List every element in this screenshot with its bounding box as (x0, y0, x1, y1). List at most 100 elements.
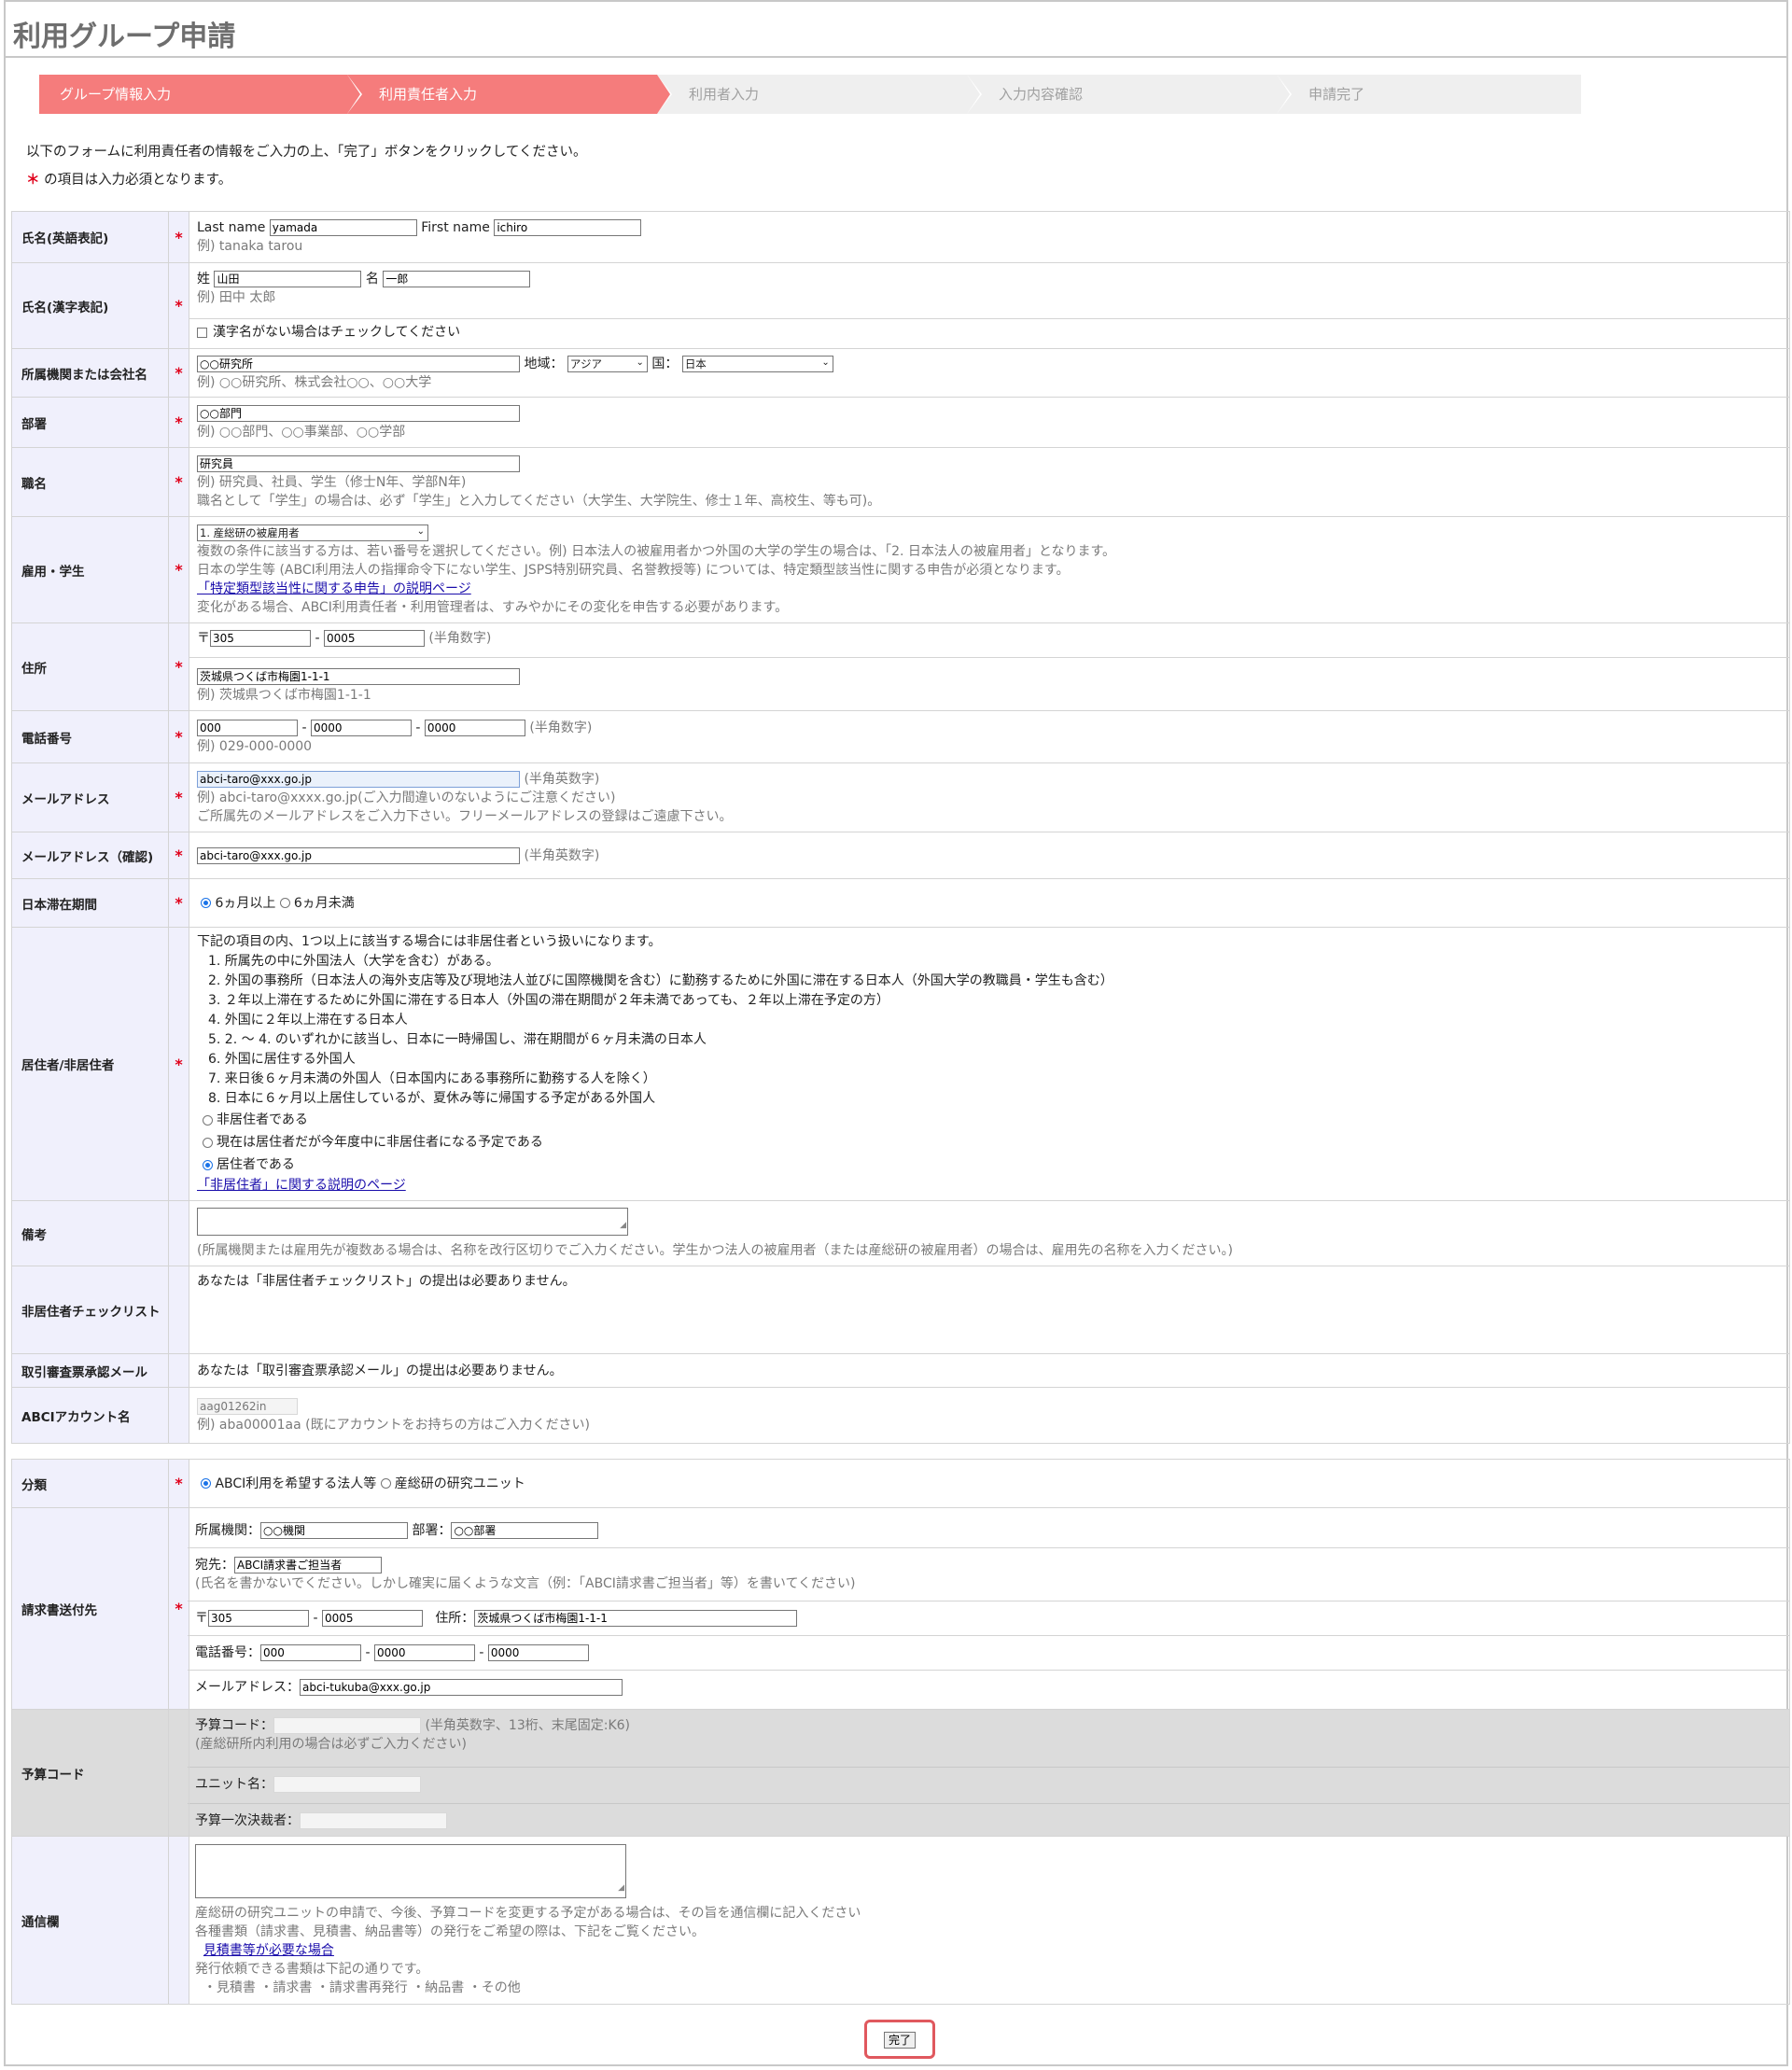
nonresident-info-link[interactable]: 「非居住者」に関する説明のページ (197, 1178, 406, 1193)
country-value: 日本 (684, 357, 707, 371)
first-name-input[interactable]: ichiro (494, 219, 642, 236)
required-mark: * (168, 927, 189, 1201)
invoice-phone2-input[interactable]: 0000 (373, 1643, 475, 1661)
stay-under-6m-radio[interactable] (279, 898, 290, 908)
chevron-down-icon: ⌄ (636, 357, 644, 368)
region-label: 地域： (524, 356, 564, 371)
trade-mail-text: あなたは「取引審査票承認メール」の提出は必要ありません。 (197, 1363, 563, 1378)
required-mark: * (168, 1459, 189, 1508)
no-kanji-checkbox[interactable] (197, 327, 207, 338)
category-aist-unit-radio[interactable] (380, 1478, 391, 1489)
future-nonresident-radio[interactable] (203, 1137, 213, 1148)
note-text: 産総研の研究ユニットの申請で、今後、予算コードを変更する予定がある場合は、その旨… (195, 1905, 861, 1921)
field-label: 雇用・学生 (11, 516, 169, 623)
example-text: 例) 茨城県つくば市梅園1-1-1 (197, 688, 371, 703)
required-mark (168, 1836, 189, 2005)
invoice-zip1-input[interactable]: 305 (208, 1609, 309, 1627)
last-name-input[interactable]: yamada (269, 219, 417, 236)
addr-label: 住所： (435, 1610, 475, 1626)
specific-category-link[interactable]: 「特定類型該当性に関する申告」の説明ページ (197, 581, 471, 596)
note-text: ・見積書 ・請求書 ・請求書再発行 ・納品書 ・その他 (203, 1979, 521, 1995)
employment-select[interactable]: 1. 産総研の被雇用者 ⌄ (197, 524, 428, 541)
row-category: 分類 * ABCI利用を希望する法人等 産総研の研究ユニット (11, 1459, 1790, 1508)
approver-input[interactable] (300, 1811, 447, 1829)
field-label: 分類 (11, 1459, 169, 1508)
resize-grip-icon[interactable]: ◢ (620, 1216, 626, 1235)
mei-input[interactable]: 一郎 (383, 271, 531, 287)
step-confirm: 入力内容確認 (967, 75, 1292, 114)
hint-text: (半角数字) (428, 631, 492, 646)
row-phone: 電話番号 * 000 - 0000 - 0000 (半角数字) 例) 029-0… (11, 710, 1790, 763)
required-mark: * (168, 1507, 189, 1710)
invoice-phone3-input[interactable]: 0000 (487, 1643, 589, 1661)
approver-label: 予算一次決裁者： (195, 1812, 300, 1828)
unit-name-input[interactable] (273, 1775, 421, 1793)
employment-value: 1. 産総研の被雇用者 (200, 525, 300, 539)
step-label: 入力内容確認 (999, 86, 1084, 103)
residency-intro: 下記の項目の内、1つ以上に該当する場合には非居住者という扱いになります。 (197, 934, 662, 949)
stay-over-6m-radio[interactable] (201, 898, 212, 908)
region-select[interactable]: アジア ⌄ (567, 355, 648, 372)
field-label: 電話番号 (11, 710, 169, 763)
field-label: 通信欄 (11, 1836, 169, 2005)
category-corporation-radio[interactable] (201, 1478, 212, 1489)
required-mark: * (168, 832, 189, 879)
hint-text: (半角英数字) (524, 771, 600, 787)
invoice-dept-input[interactable]: ○○部署 (451, 1521, 599, 1539)
email-confirm-input[interactable]: abci-taro@xxx.go.jp (197, 846, 520, 864)
zip1-input[interactable]: 305 (210, 630, 311, 647)
invoice-org-input[interactable]: ○○機関 (260, 1521, 408, 1539)
residency-item: 7. 来日後６ヶ月未満の外国人（日本国内にある事務所に勤務する人を除く） (208, 1071, 656, 1086)
row-employment: 雇用・学生 * 1. 産総研の被雇用者 ⌄ 複数の条件に該当する方は、若い番号を選… (11, 516, 1790, 623)
country-select[interactable]: 日本 ⌄ (681, 355, 833, 372)
invoice-to-input[interactable]: ABCI請求書ご担当者 (234, 1556, 382, 1573)
abci-account-input[interactable]: aag01262in (197, 1397, 298, 1415)
comm-textarea[interactable]: ◢ (195, 1843, 626, 1898)
note-text: ご所属先のメールアドレスをご入力下さい。フリーメールアドレスの登録はご遠慮下さい… (197, 808, 733, 824)
email-input[interactable]: abci-taro@xxx.go.jp (197, 770, 520, 788)
department-input[interactable]: ○○部門 (197, 404, 520, 422)
radio-label: 産総研の研究ユニット (394, 1476, 525, 1491)
residency-item: 4. 外国に２年以上滞在する日本人 (208, 1013, 408, 1028)
position-input[interactable]: 研究員 (197, 455, 520, 472)
zip2-input[interactable]: 0005 (323, 630, 425, 647)
required-mark: * (168, 447, 189, 517)
checkbox-label: 漢字名がない場合はチェックしてください (213, 325, 461, 340)
phone-label: 電話番号： (195, 1644, 260, 1660)
remarks-textarea[interactable]: ◢ (197, 1207, 628, 1236)
field-label: ABCIアカウント名 (11, 1387, 169, 1444)
example-text: 例) 029-000-0000 (197, 738, 313, 754)
resize-grip-icon[interactable]: ◢ (618, 1879, 624, 1897)
nonresident-radio[interactable] (203, 1114, 213, 1126)
required-mark: * (168, 622, 189, 711)
invoice-zip2-input[interactable]: 0005 (321, 1609, 423, 1627)
invoice-email-input[interactable]: abci-tukuba@xxx.go.jp (300, 1678, 623, 1696)
row-abci-account: ABCIアカウント名 aag01262in 例) aba00001aa (既にア… (11, 1387, 1790, 1444)
phone1-input[interactable]: 000 (197, 719, 298, 736)
row-email: メールアドレス * abci-taro@xxx.go.jp (半角英数字) 例)… (11, 762, 1790, 832)
postal-mark: 〒 (197, 631, 210, 646)
phone2-input[interactable]: 0000 (310, 719, 412, 736)
note-text: (所属機関または雇用先が複数ある場合は、名称を改行区切りでご入力ください。学生か… (197, 1242, 1233, 1258)
field-label: 住所 (11, 622, 169, 711)
first-name-label: First name (421, 220, 490, 235)
phone3-input[interactable]: 0000 (424, 719, 525, 736)
required-mark: * (168, 710, 189, 763)
complete-button[interactable]: 完了 (884, 2032, 916, 2049)
mei-label: 名 (365, 272, 379, 287)
address-input[interactable]: 茨城県つくば市梅園1-1-1 (197, 668, 520, 685)
billing-form: 分類 * ABCI利用を希望する法人等 産総研の研究ユニット 請求書送付先 * … (11, 1459, 1790, 2005)
residency-item: 2. 外国の事務所（日本法人の海外支店等及び現地法人並びに国際機関を含む）に勤務… (208, 973, 1113, 988)
estimate-link[interactable]: 見積書等が必要な場合 (203, 1943, 334, 1958)
resident-radio[interactable] (203, 1159, 213, 1170)
invoice-address-input[interactable]: 茨城県つくば市梅園1-1-1 (474, 1609, 798, 1627)
region-value: アジア (569, 357, 602, 371)
invoice-phone1-input[interactable]: 000 (260, 1643, 361, 1661)
step-label: 利用者入力 (689, 86, 760, 103)
row-address: 住所 * 〒 305 - 0005 (半角数字) 茨城県つくば市梅園1-1-1 例… (11, 622, 1790, 711)
field-label: 所属機関または会社名 (11, 348, 169, 398)
sei-input[interactable]: 山田 (214, 271, 362, 287)
sei-label: 姓 (197, 272, 210, 287)
affiliation-input[interactable]: ○○研究所 (197, 355, 520, 372)
budget-code-input[interactable] (273, 1716, 421, 1734)
